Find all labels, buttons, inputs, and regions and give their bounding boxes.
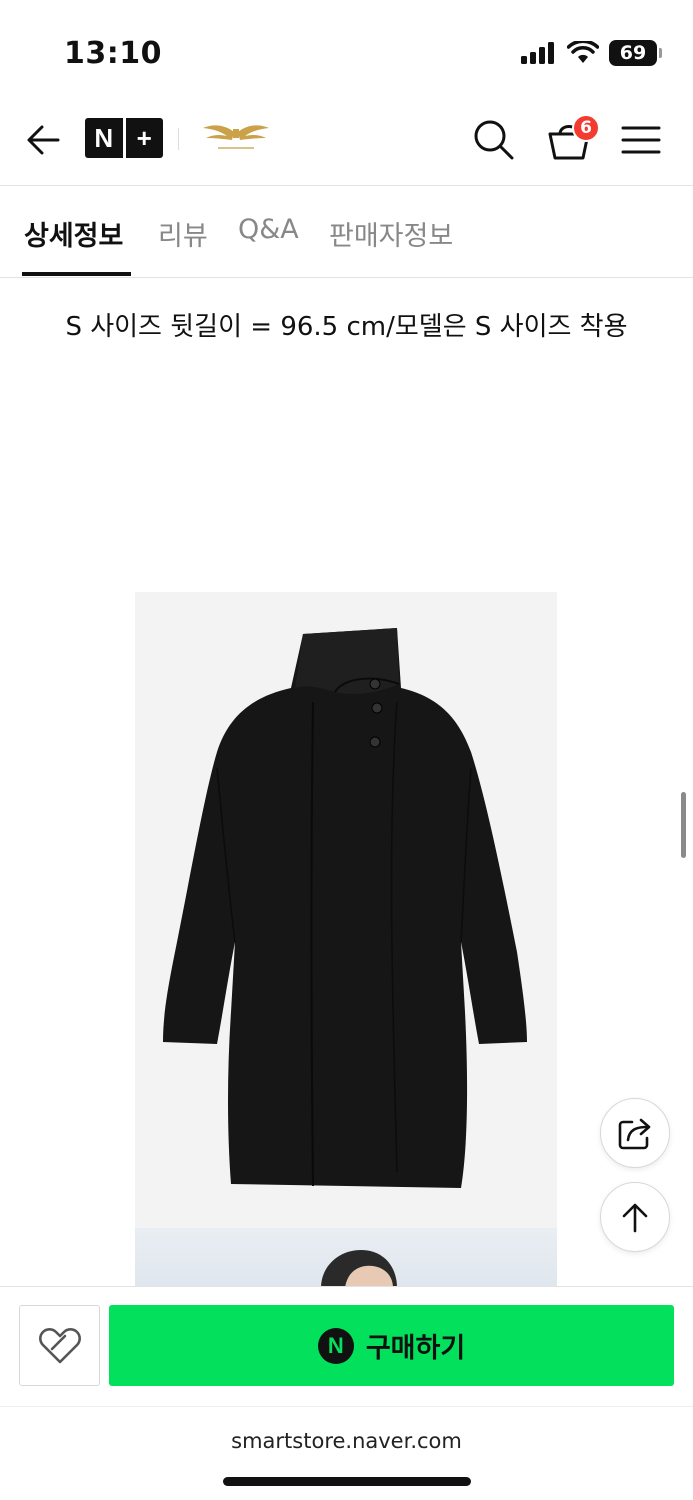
scroll-top-icon [622,1203,648,1233]
buy-button[interactable]: N 구매하기 [109,1305,674,1386]
product-image-coat [135,592,557,1228]
black-coat-illustration [163,628,527,1188]
scroll-to-top-button[interactable] [600,1182,670,1252]
winged-brand-emblem [203,125,269,149]
wifi-icon [567,41,599,63]
search-icon [474,120,514,160]
back-arrow-icon [27,125,60,155]
bottom-action-bar: N 구매하기 [0,1286,693,1406]
status-bar: 13:10 69 [0,0,693,100]
share-button[interactable] [600,1098,670,1168]
naver-pay-icon: N [317,1327,354,1364]
status-icons: 69 [521,40,662,66]
tab-reviews[interactable]: 리뷰 [158,214,208,253]
battery-icon: 69 [609,40,662,66]
product-tabs: 상세정보 리뷰 Q&A 판매자정보 [0,186,693,278]
store-brand-logo[interactable] [200,118,272,158]
status-time: 13:10 [64,36,162,71]
logo-plus: + [136,122,152,153]
menu-button[interactable] [620,120,662,160]
share-icon [618,1118,651,1150]
wishlist-button[interactable] [19,1305,100,1386]
size-note: S 사이즈 뒷길이 = 96.5 cm/모델은 S 사이즈 착용 [65,312,628,342]
naver-plus-logo[interactable]: N + [85,118,163,158]
app-header: N + 6 [0,100,693,186]
back-button[interactable] [22,118,66,162]
buy-button-label: 구매하기 [365,1333,466,1364]
logo-divider [178,128,179,150]
scroll-indicator[interactable] [681,792,686,858]
active-tab-indicator [22,272,131,276]
tab-details[interactable]: 상세정보 [24,214,123,253]
cellular-signal-icon [521,42,554,64]
search-button[interactable] [470,116,516,162]
heart-icon [38,1327,81,1363]
home-indicator [223,1477,471,1486]
cart-count-badge: 6 [572,114,600,142]
battery-level: 69 [619,42,647,64]
tab-qna[interactable]: Q&A [238,214,299,245]
cart-button[interactable]: 6 [544,114,600,164]
model-photo-partial [321,1250,397,1288]
browser-url-bar: smartstore.naver.com [0,1406,693,1500]
logo-letter: N [94,122,114,153]
menu-icon [621,126,661,154]
product-image-model [135,1228,557,1288]
tab-seller-info[interactable]: 판매자정보 [329,214,453,253]
url-text[interactable]: smartstore.naver.com [0,1429,693,1453]
